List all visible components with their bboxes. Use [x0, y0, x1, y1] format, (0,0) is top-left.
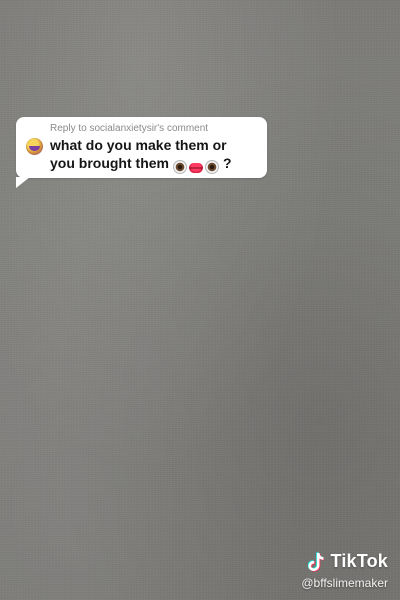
- tiktok-logo-icon: [308, 551, 325, 572]
- emoji-row: [173, 157, 221, 175]
- lips-icon: [189, 163, 203, 174]
- tiktok-brand-name: TikTok: [330, 551, 388, 571]
- tiktok-brand-row: TikTok: [301, 551, 388, 572]
- tiktok-watermark: TikTok @bffslimemaker: [301, 551, 388, 590]
- comment-line-2: you brought them?: [50, 154, 260, 175]
- comment-line-2-text: you brought them: [50, 155, 169, 171]
- reply-comment-bubble[interactable]: Reply to socialanxietysir's comment what…: [16, 117, 267, 188]
- comment-trailing-mark: ?: [223, 155, 232, 171]
- creator-handle: @bffslimemaker: [301, 576, 388, 590]
- reply-header: Reply to socialanxietysir's comment: [50, 123, 209, 134]
- comment-text: what do you make them or you brought the…: [50, 136, 260, 175]
- eye-icon: [205, 160, 219, 175]
- eye-icon: [173, 160, 187, 175]
- comment-line-1: what do you make them or: [50, 137, 227, 153]
- bubble-tail: [16, 177, 30, 188]
- video-frame: [0, 0, 400, 600]
- avatar-emoji-icon: [26, 138, 43, 155]
